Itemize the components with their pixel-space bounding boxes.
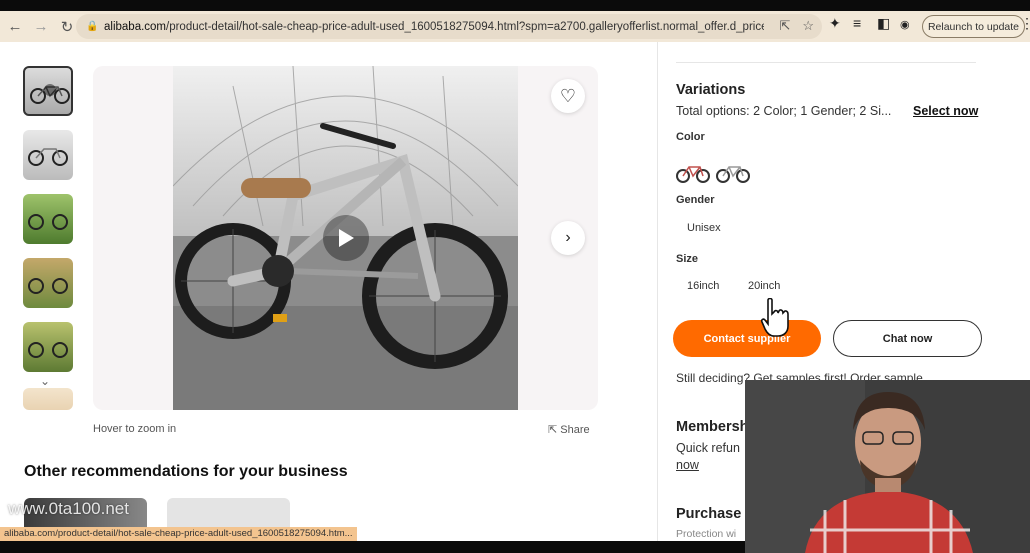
- thumbnail-video[interactable]: [23, 66, 73, 116]
- protection-text: Protection wi: [676, 528, 737, 540]
- webcam-overlay: [745, 380, 1030, 553]
- size-option-20inch[interactable]: 20inch: [748, 280, 780, 292]
- profile-avatar-icon[interactable]: ◉: [900, 18, 910, 31]
- bike-icon: [28, 148, 68, 166]
- variations-heading: Variations: [676, 82, 746, 98]
- chat-now-button[interactable]: Chat now: [833, 320, 982, 357]
- presenter-video: [745, 380, 1030, 553]
- lock-icon: 🔒: [86, 21, 99, 32]
- recommendations-heading: Other recommendations for your business: [24, 463, 348, 480]
- gender-option-unisex[interactable]: Unisex: [687, 222, 721, 234]
- bike-icon: [28, 278, 68, 294]
- column-divider: [657, 42, 658, 553]
- extensions-puzzle-icon[interactable]: ✦: [829, 15, 841, 32]
- status-bar-url: alibaba.com/product-detail/hot-sale-chea…: [0, 527, 357, 542]
- back-arrow-icon[interactable]: ←: [4, 16, 26, 38]
- size-label: Size: [676, 253, 699, 265]
- url-text: alibaba.com/product-detail/hot-sale-chea…: [104, 20, 764, 33]
- thumbnail-3[interactable]: [23, 194, 73, 244]
- purchase-heading: Purchase d: [676, 506, 755, 522]
- address-bar[interactable]: 🔒 alibaba.com/product-detail/hot-sale-ch…: [76, 14, 822, 39]
- size-option-16inch[interactable]: 16inch: [687, 280, 719, 292]
- share-page-icon[interactable]: ⇱: [779, 18, 790, 34]
- favorite-heart-icon[interactable]: ♡: [551, 79, 585, 113]
- section-divider: [676, 62, 976, 63]
- bike-icon: [716, 166, 750, 183]
- select-now-link[interactable]: Select now: [913, 104, 978, 118]
- thumbnail-5[interactable]: [23, 322, 73, 372]
- thumbnail-6[interactable]: [23, 388, 73, 410]
- color-option-2[interactable]: [716, 158, 750, 186]
- reading-list-icon[interactable]: ≡: [853, 15, 861, 31]
- thumbnail-4[interactable]: [23, 258, 73, 308]
- thumbnail-list: [23, 66, 75, 386]
- top-black-bar: [0, 0, 1030, 11]
- hover-zoom-hint: Hover to zoom in: [93, 423, 177, 435]
- thumbnail-2[interactable]: [23, 130, 73, 180]
- product-main-image[interactable]: [173, 66, 518, 410]
- membership-heading: Membersh: [676, 419, 749, 435]
- share-icon: ⇱: [548, 424, 561, 436]
- screen: ← → ↻ 🔒 alibaba.com/product-detail/hot-s…: [0, 0, 1030, 553]
- side-panel-icon[interactable]: ◧: [877, 15, 890, 32]
- total-options-text: Total options: 2 Color; 1 Gender; 2 Si..…: [676, 104, 892, 118]
- browser-toolbar: ← → ↻ 🔒 alibaba.com/product-detail/hot-s…: [0, 11, 1030, 42]
- play-icon: [339, 229, 354, 247]
- bookmark-star-icon[interactable]: ☆: [802, 18, 814, 34]
- play-video-button[interactable]: [323, 215, 369, 261]
- color-option-1[interactable]: [676, 158, 710, 186]
- product-gallery: ♡ ›: [93, 66, 598, 410]
- color-label: Color: [676, 131, 705, 143]
- bike-icon: [28, 214, 68, 230]
- forward-arrow-icon[interactable]: →: [30, 16, 52, 38]
- bike-icon: [28, 342, 68, 358]
- next-image-button[interactable]: ›: [551, 221, 585, 255]
- gender-label: Gender: [676, 194, 715, 206]
- bike-icon: [676, 166, 710, 183]
- menu-kebab-icon[interactable]: ⋮: [1020, 15, 1030, 32]
- relaunch-button[interactable]: Relaunch to update: [922, 15, 1025, 38]
- watermark: www.0ta100.net: [8, 499, 129, 518]
- bottom-black-bar: [0, 541, 745, 553]
- reload-icon[interactable]: ↻: [56, 16, 78, 38]
- share-button[interactable]: ⇱ Share: [548, 423, 590, 436]
- quick-refund-text: Quick refun: [676, 441, 740, 455]
- chevron-down-icon[interactable]: ⌄: [40, 374, 50, 388]
- play-icon: [44, 84, 56, 96]
- contact-supplier-button[interactable]: Contact supplier: [673, 320, 821, 357]
- hand-cursor-icon: [760, 298, 789, 337]
- now-link[interactable]: now: [676, 458, 699, 472]
